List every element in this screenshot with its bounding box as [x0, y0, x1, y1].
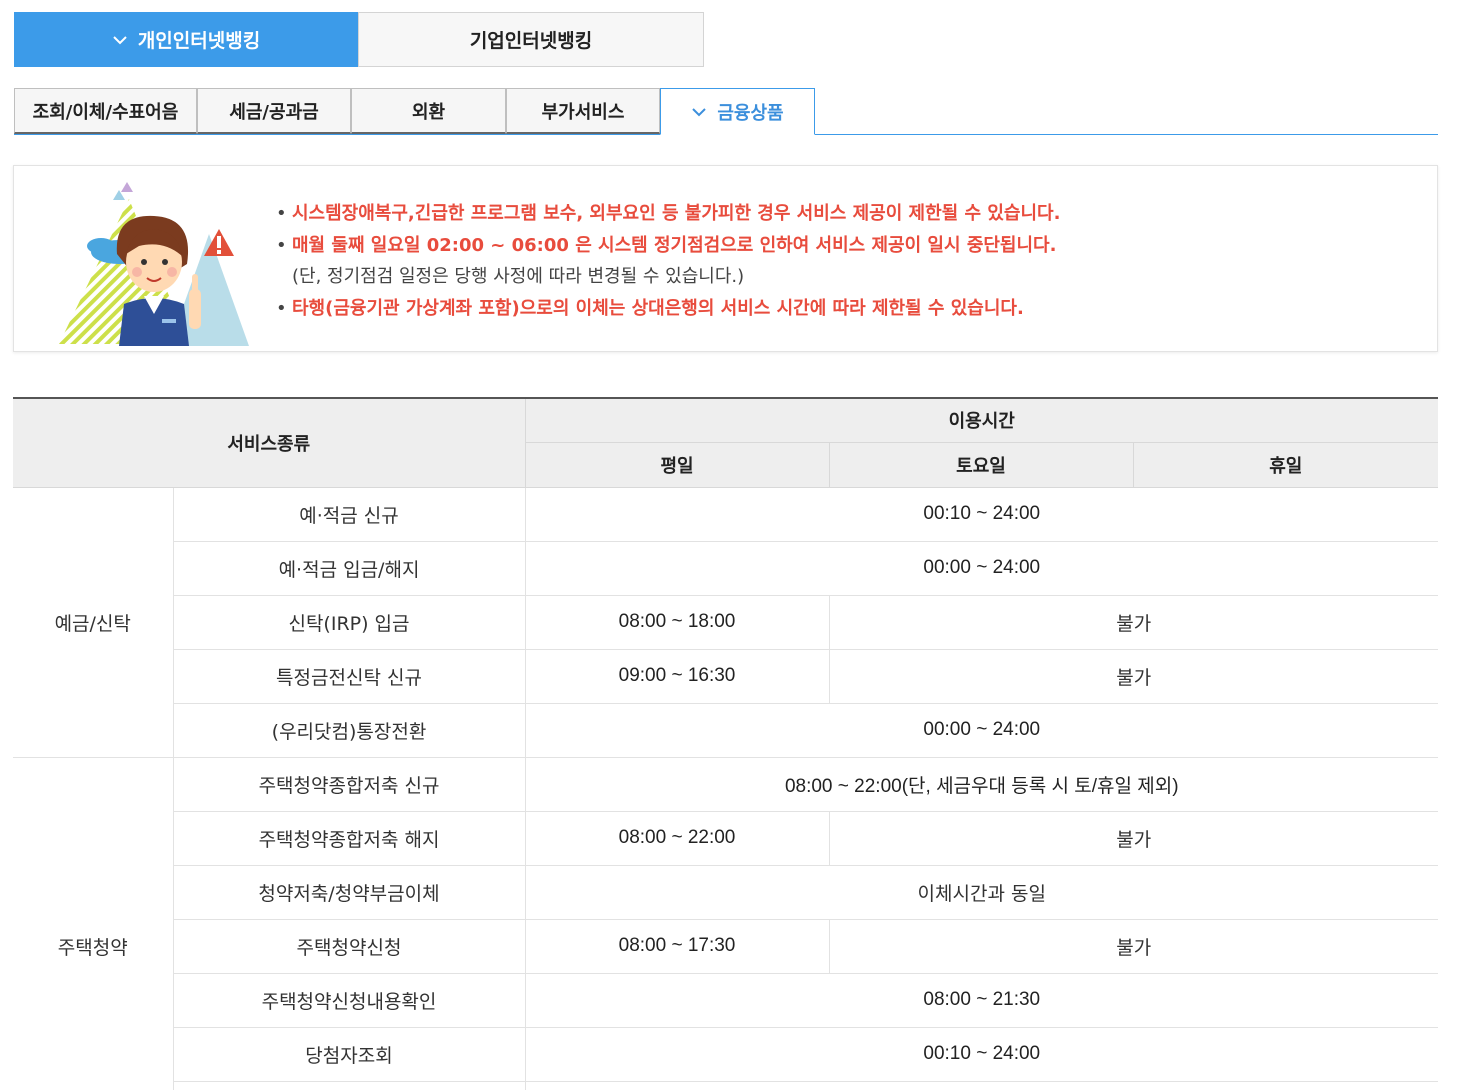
- tab-personal-banking-label: 개인인터넷뱅킹: [137, 30, 261, 52]
- weekday-hours: 08:00 ~ 18:00: [525, 595, 830, 650]
- service-name: 주택청약신청: [173, 919, 526, 974]
- group-housing-subscription: 주택청약: [13, 757, 174, 1090]
- service-name: 특정금전신탁 신규: [173, 649, 526, 704]
- tab-label: 외환: [411, 101, 446, 123]
- tab-label: 세금/공과금: [229, 101, 319, 123]
- table-row: 주택청약종합저축 해지 08:00 ~ 22:00 불가: [13, 811, 1438, 866]
- tab-corporate-banking[interactable]: 기업인터넷뱅킹: [358, 12, 704, 67]
- header-saturday: 토요일: [829, 442, 1134, 488]
- tab-label: 금융상품: [717, 102, 784, 124]
- header-service-type: 서비스종류: [13, 397, 526, 488]
- service-name: 주택청약종합저축 신규: [173, 757, 526, 812]
- service-name: 예·적금 신규: [173, 487, 526, 542]
- notice-item: 매월 둘째 일요일 02:00 ~ 06:00 은 시스템 정기점검으로 인하여…: [276, 230, 1060, 262]
- service-hours: 00:10 ~ 24:00: [525, 487, 1438, 542]
- service-name: [173, 1081, 526, 1090]
- service-hours: 08:00 ~ 21:30: [525, 973, 1438, 1028]
- table-row: 특정금전신탁 신규 09:00 ~ 16:30 불가: [13, 649, 1438, 704]
- weekday-hours: 08:00 ~ 22:00: [525, 811, 830, 866]
- table-row: 주택청약 주택청약종합저축 신규 08:00 ~ 22:00(단, 세금우대 등…: [13, 757, 1438, 1090]
- service-name: 주택청약신청내용확인: [173, 973, 526, 1028]
- service-name: 예·적금 입금/해지: [173, 541, 526, 596]
- weekend-hours: 불가: [829, 649, 1438, 704]
- service-hours: 08:00 ~ 22:00(단, 세금우대 등록 시 토/휴일 제외): [525, 757, 1438, 812]
- weekend-hours: 불가: [829, 919, 1438, 974]
- service-hours: [525, 1081, 1438, 1090]
- header-weekday: 평일: [525, 442, 830, 488]
- tab-financial-products[interactable]: 금융상품: [660, 88, 815, 135]
- table-row: (우리닷컴)통장전환 00:00 ~ 24:00: [13, 703, 1438, 758]
- table-row: 예·적금 입금/해지 00:00 ~ 24:00: [13, 541, 1438, 596]
- tab-foreign-exchange[interactable]: 외환: [351, 88, 506, 134]
- banking-type-tabs: 개인인터넷뱅킹 기업인터넷뱅킹: [14, 12, 704, 67]
- notice-item-note: (단, 정기점검 일정은 당행 사정에 따라 변경될 수 있습니다.): [292, 266, 745, 287]
- service-name: 주택청약종합저축 해지: [173, 811, 526, 866]
- service-hours-table: 서비스종류 이용시간 평일 토요일 휴일 예금/신탁 예·적금 신규 00:10…: [13, 397, 1438, 1090]
- tab-tax-utility[interactable]: 세금/공과금: [197, 88, 351, 134]
- tab-corporate-banking-label: 기업인터넷뱅킹: [469, 30, 593, 52]
- table-row: 주택청약신청내용확인 08:00 ~ 21:30: [13, 973, 1438, 1028]
- group-deposit-trust: 예금/신탁: [13, 487, 174, 758]
- tab-label: 부가서비스: [541, 101, 625, 123]
- staff-warning-illustration: [59, 174, 249, 346]
- table-row: 주택청약신청 08:00 ~ 17:30 불가: [13, 919, 1438, 974]
- tab-label: 조회/이체/수표어음: [32, 101, 179, 123]
- service-hours: 00:00 ~ 24:00: [525, 541, 1438, 596]
- table-row: 당첨자조회 00:10 ~ 24:00: [13, 1027, 1438, 1082]
- header-usage-time: 이용시간: [525, 397, 1438, 443]
- weekend-hours: 불가: [829, 595, 1438, 650]
- service-name: 신탁(IRP) 입금: [173, 595, 526, 650]
- table-row: 예금/신탁 예·적금 신규 00:10 ~ 24:00: [13, 487, 1438, 758]
- notice-item: 시스템장애복구,긴급한 프로그램 보수, 외부요인 등 불가피한 경우 서비스 …: [276, 198, 1060, 230]
- tab-inquiry-transfer[interactable]: 조회/이체/수표어음: [14, 88, 197, 134]
- service-category-tabs: 조회/이체/수표어음 세금/공과금 외환 부가서비스 금융상품: [14, 88, 1438, 135]
- service-name: (우리닷컴)통장전환: [173, 703, 526, 758]
- service-name: 청약저축/청약부금이체: [173, 865, 526, 920]
- service-hours: 이체시간과 동일: [525, 865, 1438, 920]
- service-name: 당첨자조회: [173, 1027, 526, 1082]
- service-notice: 시스템장애복구,긴급한 프로그램 보수, 외부요인 등 불가피한 경우 서비스 …: [13, 165, 1438, 352]
- notice-list: 시스템장애복구,긴급한 프로그램 보수, 외부요인 등 불가피한 경우 서비스 …: [276, 198, 1060, 324]
- tab-additional-services[interactable]: 부가서비스: [506, 88, 660, 134]
- table-row: [13, 1081, 1438, 1090]
- weekend-hours: 불가: [829, 811, 1438, 866]
- service-hours: 00:10 ~ 24:00: [525, 1027, 1438, 1082]
- notice-item: 타행(금융기관 가상계좌 포함)으로의 이체는 상대은행의 서비스 시간에 따라…: [276, 293, 1060, 325]
- service-hours: 00:00 ~ 24:00: [525, 703, 1438, 758]
- table-row: 신탁(IRP) 입금 08:00 ~ 18:00 불가: [13, 595, 1438, 650]
- chevron-down-icon: [112, 32, 128, 48]
- table-row: 청약저축/청약부금이체 이체시간과 동일: [13, 865, 1438, 920]
- weekday-hours: 09:00 ~ 16:30: [525, 649, 830, 704]
- header-holiday: 휴일: [1133, 442, 1438, 488]
- tab-personal-banking[interactable]: 개인인터넷뱅킹: [14, 12, 358, 67]
- chevron-down-icon: [691, 104, 707, 120]
- weekday-hours: 08:00 ~ 17:30: [525, 919, 830, 974]
